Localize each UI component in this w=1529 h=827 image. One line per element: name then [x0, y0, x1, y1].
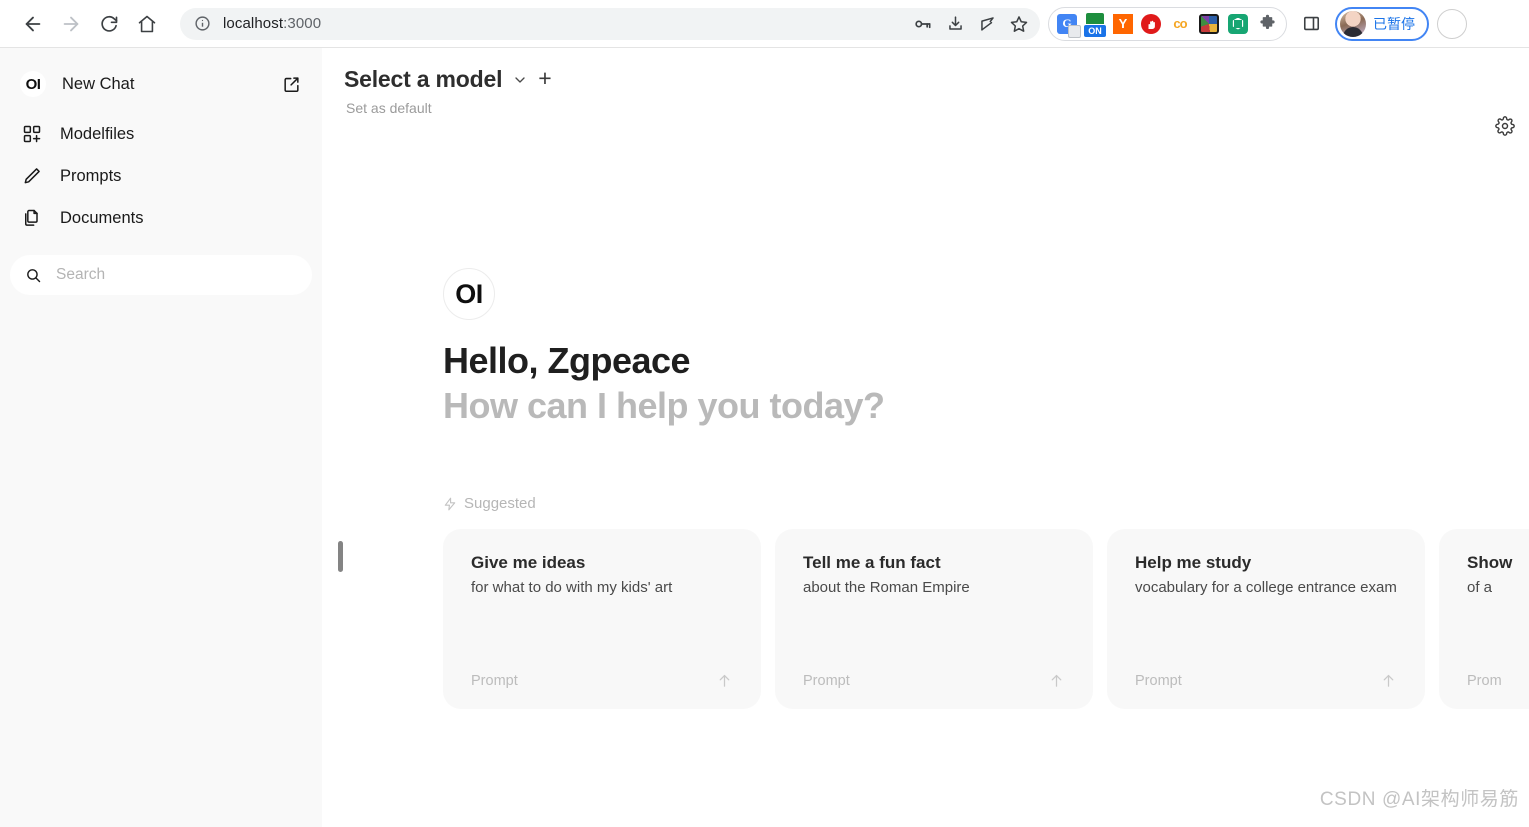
suggestions-scroll-handle[interactable]: [338, 541, 343, 572]
chrome-menu-avatar[interactable]: [1437, 8, 1467, 39]
csdn-watermark: CSDN @AI架构师易筋: [1319, 789, 1519, 810]
suggestion-card[interactable]: Help me study vocabulary for a college e…: [1107, 529, 1425, 709]
sidebar-item-new-chat[interactable]: OI New Chat: [10, 63, 312, 105]
pencil-icon: [20, 166, 44, 186]
suggestion-card-footer: Prompt: [803, 672, 1065, 689]
suggestion-card[interactable]: Show of a Prom: [1439, 529, 1529, 709]
search-input[interactable]: [56, 266, 298, 284]
extensions-pill: G ON Y co: [1048, 6, 1287, 41]
navigation-buttons: [0, 5, 166, 43]
sidebar: OI New Chat Modelfiles Prompts Documents: [0, 48, 322, 827]
co-extension-icon[interactable]: co: [1169, 13, 1191, 35]
suggestion-card-title: Help me study: [1135, 553, 1252, 572]
sidebar-item-modelfiles[interactable]: Modelfiles: [10, 113, 312, 155]
sidebar-item-documents[interactable]: Documents: [10, 197, 312, 239]
suggestion-card-prompt-label: Prompt: [471, 672, 518, 689]
sidebar-item-label-prompts: Prompts: [60, 166, 122, 185]
suggestion-cards-row: Give me ideas for what to do with my kid…: [443, 529, 1529, 711]
download-icon[interactable]: [942, 11, 968, 37]
suggestion-card-prompt-label: Prompt: [803, 672, 850, 689]
set-as-default-link[interactable]: Set as default: [346, 100, 552, 116]
suggestion-card-subtitle: for what to do with my kids' art: [471, 579, 673, 596]
model-selector-row[interactable]: Select a model +: [344, 66, 552, 93]
suggested-label: Suggested: [464, 495, 536, 512]
suggestion-card-subtitle: vocabulary for a college entrance exam: [1135, 579, 1397, 596]
gear-icon[interactable]: [1489, 110, 1521, 142]
app-root: OI New Chat Modelfiles Prompts Documents: [0, 48, 1529, 827]
user-avatar: [1340, 10, 1366, 37]
openwebui-logo-large-icon: OI: [443, 268, 495, 320]
browser-toolbar: localhost:3000 G ON Y co 已暂停: [0, 0, 1529, 48]
model-selector-label: Select a model: [344, 66, 503, 92]
main-content: Select a model + Set as default OI Hello…: [322, 48, 1529, 827]
side-panel-icon[interactable]: [1297, 10, 1325, 38]
bookmark-star-icon[interactable]: [1006, 11, 1032, 37]
search-box[interactable]: [10, 255, 312, 295]
omnibox-actions: [910, 8, 1040, 40]
suggestion-card-footer: Prompt: [1135, 672, 1397, 689]
arrow-up-icon[interactable]: [1048, 672, 1065, 689]
greeting-block: OI Hello, Zgpeace How can I help you tod…: [443, 268, 1453, 428]
forward-button[interactable]: [52, 5, 90, 43]
model-selector-header: Select a model + Set as default: [344, 66, 552, 116]
adblock-extension-icon[interactable]: [1140, 13, 1162, 35]
sidebar-item-label-new-chat: New Chat: [62, 74, 135, 93]
paused-status-label: 已暂停: [1373, 15, 1415, 32]
add-model-plus-icon[interactable]: +: [538, 66, 551, 93]
edit-square-icon[interactable]: [280, 75, 302, 94]
greeting-question: How can I help you today?: [443, 385, 885, 426]
suggestion-card[interactable]: Give me ideas for what to do with my kid…: [443, 529, 761, 709]
pie-chart-extension-icon[interactable]: [1198, 13, 1220, 35]
suggestion-card-title: Tell me a fun fact: [803, 553, 941, 572]
arrow-up-icon[interactable]: [716, 672, 733, 689]
password-key-icon[interactable]: [910, 11, 936, 37]
site-info-icon[interactable]: [194, 15, 211, 32]
openwebui-logo-icon: OI: [20, 71, 46, 97]
suggested-header: Suggested: [443, 495, 536, 512]
back-button[interactable]: [14, 5, 52, 43]
suggestion-card[interactable]: Tell me a fun fact about the Roman Empir…: [775, 529, 1093, 709]
search-icon: [24, 267, 42, 284]
suggestion-card-footer: Prom: [1467, 672, 1529, 689]
url-text: localhost:3000: [223, 15, 322, 32]
suggestion-card-title: Give me ideas: [471, 553, 586, 572]
suggestion-card-title: Show: [1467, 553, 1513, 572]
puzzle-extensions-icon[interactable]: [1256, 13, 1278, 35]
home-button[interactable]: [128, 5, 166, 43]
google-translate-icon[interactable]: G: [1057, 13, 1081, 38]
chevron-down-icon[interactable]: [512, 72, 528, 88]
on-toggle-extension-icon[interactable]: ON: [1084, 12, 1106, 37]
suggestion-card-subtitle: of a: [1467, 579, 1493, 596]
suggestion-card-prompt-label: Prom: [1467, 672, 1502, 689]
sidebar-item-label-documents: Documents: [60, 208, 144, 227]
reload-button[interactable]: [90, 5, 128, 43]
greeting-username: Hello, Zgpeace: [443, 340, 691, 381]
bitwarden-extension-icon[interactable]: [1227, 13, 1249, 35]
sidebar-item-label-modelfiles: Modelfiles: [60, 124, 135, 143]
modelfiles-grid-icon: [20, 124, 44, 144]
suggestion-card-footer: Prompt: [471, 672, 733, 689]
documents-copy-icon: [20, 208, 44, 228]
yandex-extension-icon[interactable]: Y: [1113, 13, 1133, 34]
share-icon[interactable]: [974, 11, 1000, 37]
suggestion-card-subtitle: about the Roman Empire: [803, 579, 970, 596]
address-bar[interactable]: localhost:3000: [180, 7, 1040, 40]
profile-paused-button[interactable]: 已暂停: [1335, 6, 1429, 41]
lightning-bolt-icon: [443, 497, 457, 511]
suggestion-card-prompt-label: Prompt: [1135, 672, 1182, 689]
sidebar-item-prompts[interactable]: Prompts: [10, 155, 312, 197]
arrow-up-icon[interactable]: [1380, 672, 1397, 689]
